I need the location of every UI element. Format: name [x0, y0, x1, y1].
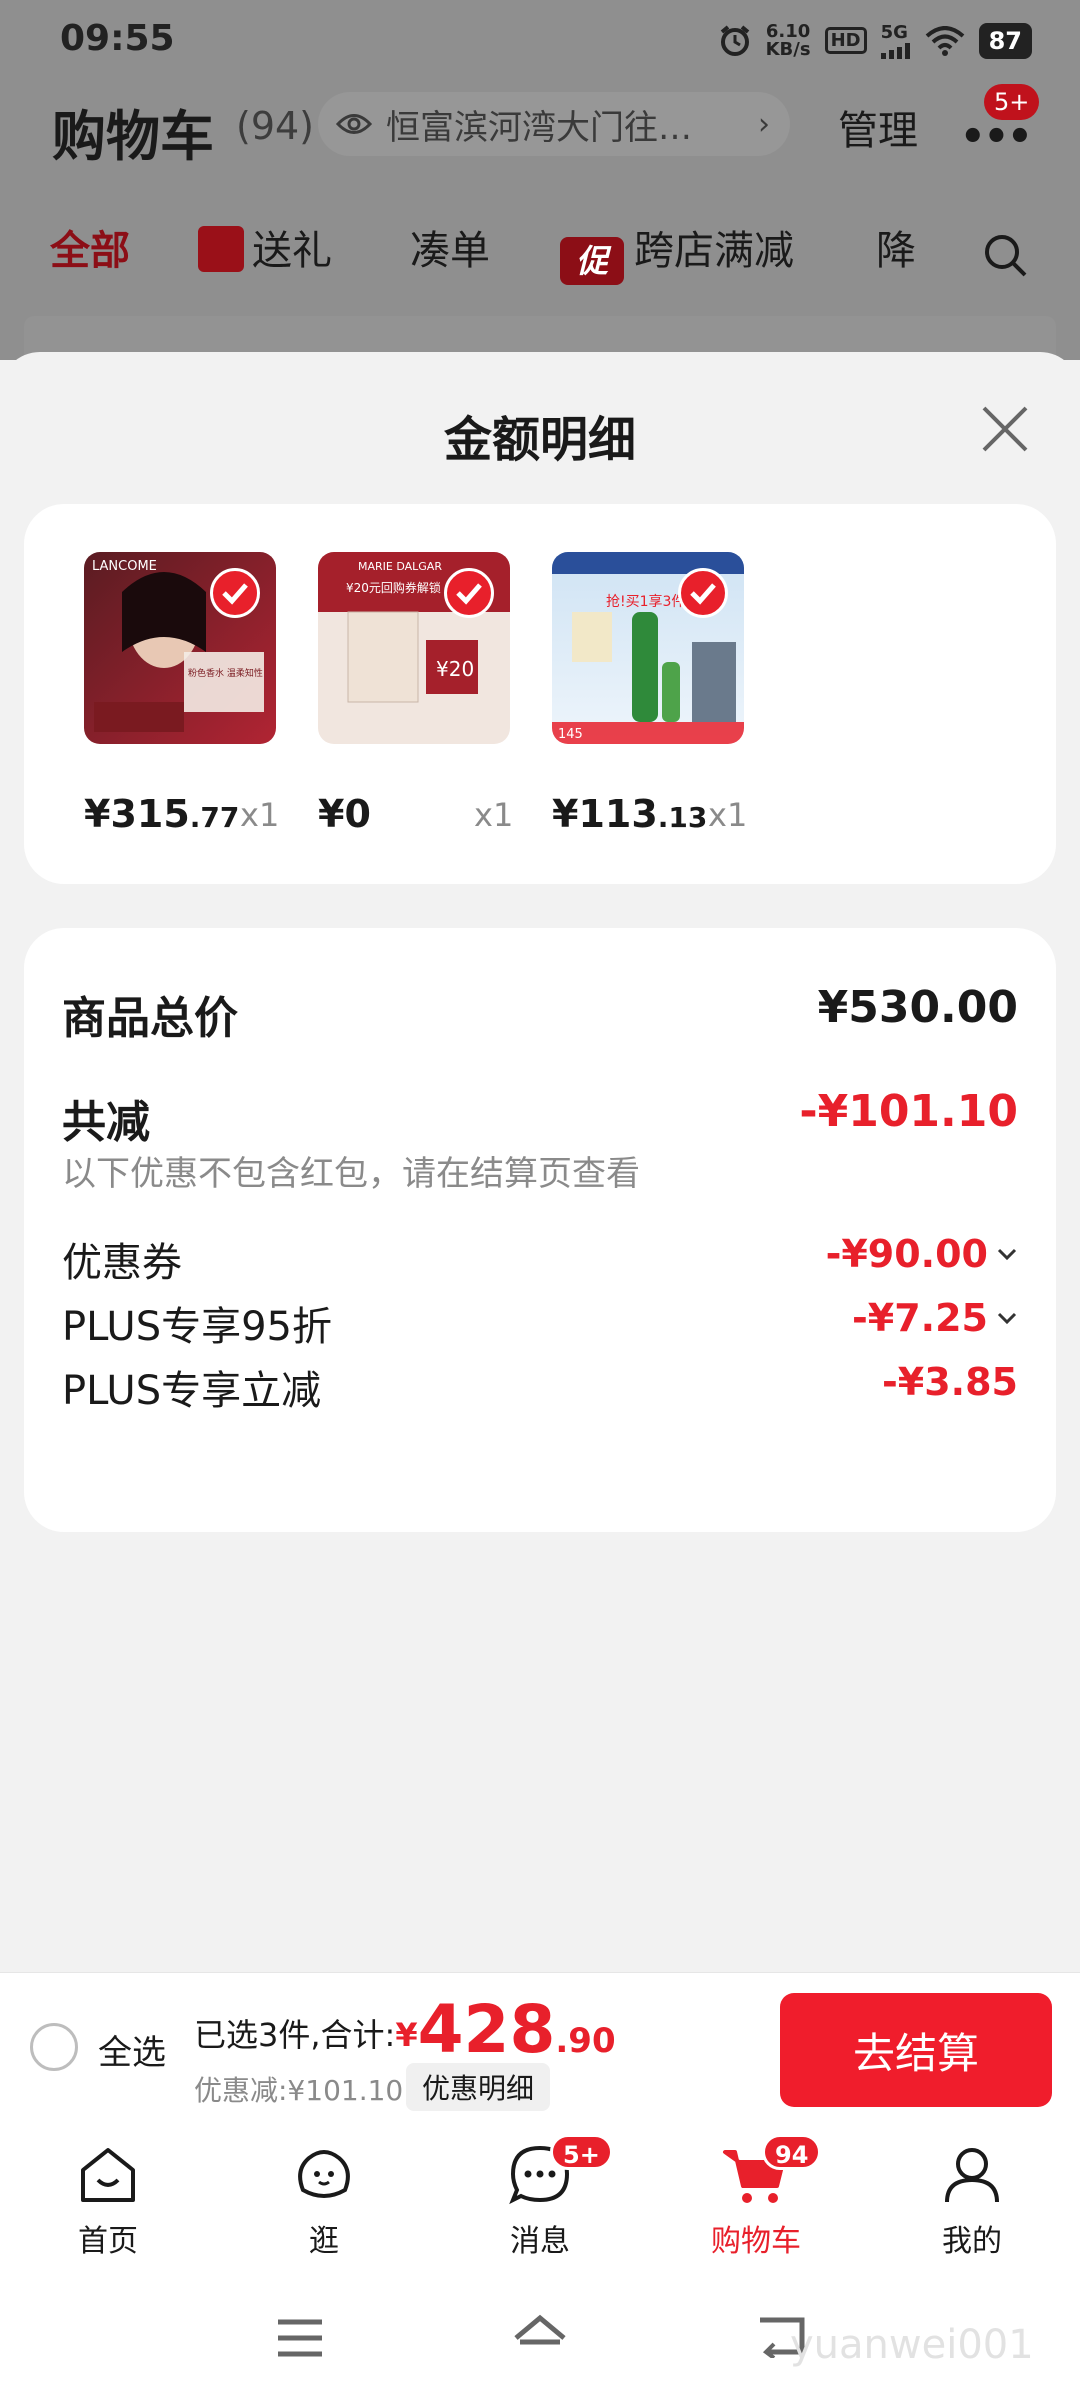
nav-profile[interactable]: 我的 — [902, 2140, 1042, 2260]
status-time: 09:55 — [60, 18, 175, 59]
tab-price-drop[interactable]: 降 — [876, 218, 916, 276]
discount-label: PLUS专享立减 — [62, 1368, 322, 1414]
product-qty: x1 — [240, 796, 280, 834]
svg-text:抢!买1享3件: 抢!买1享3件 — [606, 593, 685, 610]
svg-text:LANCOME: LANCOME — [92, 559, 157, 574]
wifi-icon — [925, 25, 964, 56]
home-icon — [81, 2148, 135, 2202]
checkout-bar: 全选 已选3件,合计:¥428.90 优惠减:¥101.10 优惠明细 去结算 — [0, 1972, 1080, 2122]
discount-row-plus-reduce: PLUS专享立减 -¥3.85 — [62, 1358, 1018, 1416]
system-navigation: yuanwei001 — [0, 2262, 1080, 2400]
product-price: ¥0 — [318, 792, 371, 836]
message-badge: 5+ — [550, 2134, 613, 2170]
tab-all[interactable]: 全部 — [50, 218, 130, 276]
promo-icon: 促 — [560, 237, 624, 285]
selected-products: LANCOME 粉色香水 温柔知性 ¥315.77 x1 MARIE DALGA… — [24, 504, 1056, 884]
nav-messages[interactable]: 消息 5+ — [470, 2134, 613, 2260]
discount-row-plus95[interactable]: PLUS专享95折 -¥7.25 — [62, 1294, 1018, 1352]
discount-detail-button[interactable]: 优惠明细 — [406, 2063, 551, 2111]
home-nav-icon[interactable] — [512, 2312, 568, 2358]
alarm-icon — [720, 24, 749, 56]
address-selector[interactable]: 恒富滨河湾大门往… › — [318, 92, 790, 156]
reduce-label: 共减 — [62, 1097, 150, 1148]
price-summary: 商品总价 ¥530.00 共减 -¥101.10 以下优惠不包含红包，请在结算页… — [24, 928, 1056, 1532]
cart-count: (94) — [236, 104, 315, 148]
background-cart-page: 购物车 (94) 恒富滨河湾大门往… › 管理 ••• 5+ 全部 送礼 凑单 … — [0, 84, 1080, 376]
total-summary: 已选3件,合计:¥428.90 — [194, 1991, 616, 2068]
discount-summary: 优惠减:¥101.10 — [194, 2074, 404, 2107]
product-check-icon[interactable] — [444, 568, 494, 618]
discount-value: -¥7.25 — [852, 1296, 1018, 1340]
reduce-note: 以下优惠不包含红包，请在结算页查看 — [62, 1154, 640, 1194]
close-icon[interactable] — [980, 404, 1030, 454]
cart-title: 购物车 — [52, 105, 214, 168]
gift-icon — [198, 226, 244, 272]
address-text: 恒富滨河湾大门往… — [386, 107, 692, 148]
tab-gift[interactable]: 送礼 — [198, 218, 332, 276]
battery-icon: 87 — [978, 22, 1032, 59]
total-price-label: 商品总价 — [62, 993, 238, 1044]
cart-tabs: 全部 送礼 凑单 促跨店满减 降 — [0, 218, 1080, 298]
svg-text:¥20: ¥20 — [436, 657, 474, 681]
chevron-right-icon: › — [758, 106, 770, 142]
svg-text:MARIE DALGAR: MARIE DALGAR — [358, 560, 442, 573]
network-speed: 6.10 KB/s — [765, 20, 811, 60]
browse-icon — [298, 2150, 350, 2198]
discount-value: -¥3.85 — [882, 1360, 1018, 1404]
discount-row-coupon[interactable]: 优惠券 -¥90.00 — [62, 1230, 1018, 1288]
discount-label: PLUS专享95折 — [62, 1304, 332, 1350]
profile-icon — [945, 2148, 999, 2203]
menu-icon[interactable] — [276, 2318, 324, 2358]
sheet-title: 金额明细 — [443, 412, 636, 468]
manage-button[interactable]: 管理 — [838, 98, 918, 156]
watermark: yuanwei001 — [790, 2322, 1034, 2368]
product-qty: x1 — [474, 796, 514, 834]
product-price: ¥113.13 — [552, 792, 708, 836]
amount-detail-sheet: 金额明细 LANCOME 粉色香水 温柔知性 ¥315.77 x1 MARIE … — [0, 352, 1080, 1972]
product-check-icon[interactable] — [210, 568, 260, 618]
select-all-label[interactable]: 全选 — [98, 2025, 166, 2074]
discount-value: -¥90.00 — [826, 1232, 1018, 1276]
cart-badge: 94 — [762, 2134, 822, 2170]
tab-combine[interactable]: 凑单 — [410, 218, 490, 276]
status-bar: 09:55 6.10 KB/s HD 5G 87 — [0, 0, 1080, 84]
status-icons: 6.10 KB/s HD 5G 87 — [718, 22, 1032, 59]
search-icon[interactable] — [982, 232, 1030, 280]
select-all-checkbox[interactable] — [30, 2023, 78, 2071]
chevron-down-icon — [997, 1248, 1017, 1261]
total-price-value: ¥530.00 — [817, 982, 1018, 1033]
svg-text:145: 145 — [558, 727, 583, 742]
more-badge: 5+ — [984, 84, 1040, 120]
reduce-value: -¥101.10 — [799, 1086, 1018, 1137]
nav-home[interactable]: 首页 — [38, 2140, 178, 2260]
product-check-icon[interactable] — [678, 568, 728, 618]
product-qty: x1 — [708, 796, 748, 834]
chevron-down-icon — [997, 1312, 1017, 1325]
total-price-row: 商品总价 ¥530.00 — [62, 982, 1018, 1046]
tab-promo[interactable]: 促跨店满减 — [560, 218, 794, 285]
product-price: ¥315.77 — [84, 792, 240, 836]
more-icon[interactable]: ••• — [960, 114, 1033, 160]
svg-text:¥20元回购券解锁: ¥20元回购券解锁 — [346, 580, 441, 595]
eye-icon — [336, 114, 372, 134]
discount-label: 优惠券 — [62, 1240, 182, 1286]
svg-text:粉色香水 温柔知性: 粉色香水 温柔知性 — [188, 667, 263, 679]
reduce-row: 共减 -¥101.10 — [62, 1086, 1018, 1150]
bottom-nav: 首页 逛 消息 5+ 购物车 94 我的 — [0, 2122, 1080, 2262]
signal-icon: 5G — [880, 22, 911, 59]
nav-browse[interactable]: 逛 — [254, 2140, 394, 2260]
checkout-button[interactable]: 去结算 — [780, 1993, 1052, 2107]
nav-cart[interactable]: 购物车 94 — [686, 2134, 826, 2260]
hd-icon: HD — [824, 27, 867, 54]
